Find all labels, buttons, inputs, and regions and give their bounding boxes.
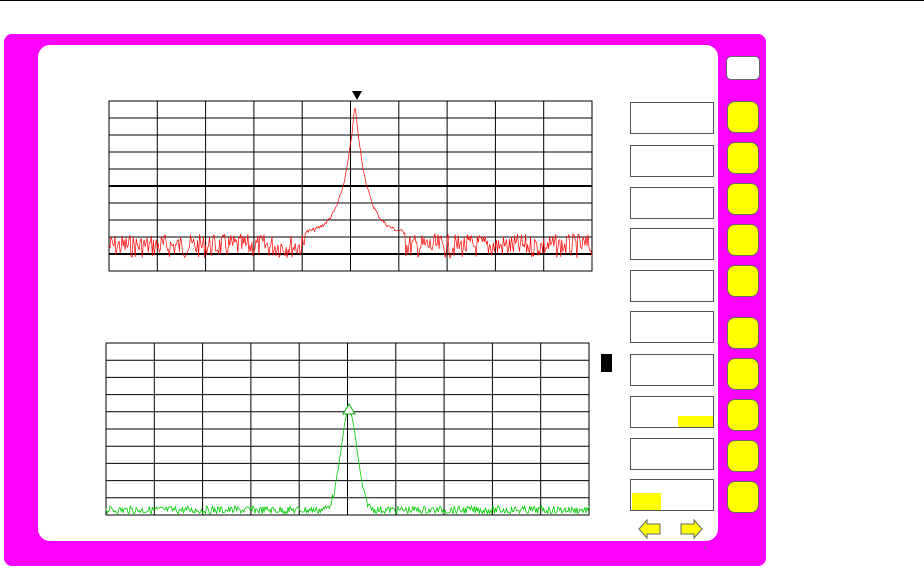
arrow-right-icon[interactable] xyxy=(680,518,703,540)
upper-display xyxy=(108,91,593,272)
displays-svg xyxy=(105,91,707,550)
filled-triangle-marker-icon xyxy=(352,91,362,100)
lower-display xyxy=(105,342,590,516)
arrow-left-icon[interactable] xyxy=(638,518,661,540)
scroll-tick xyxy=(703,545,707,550)
